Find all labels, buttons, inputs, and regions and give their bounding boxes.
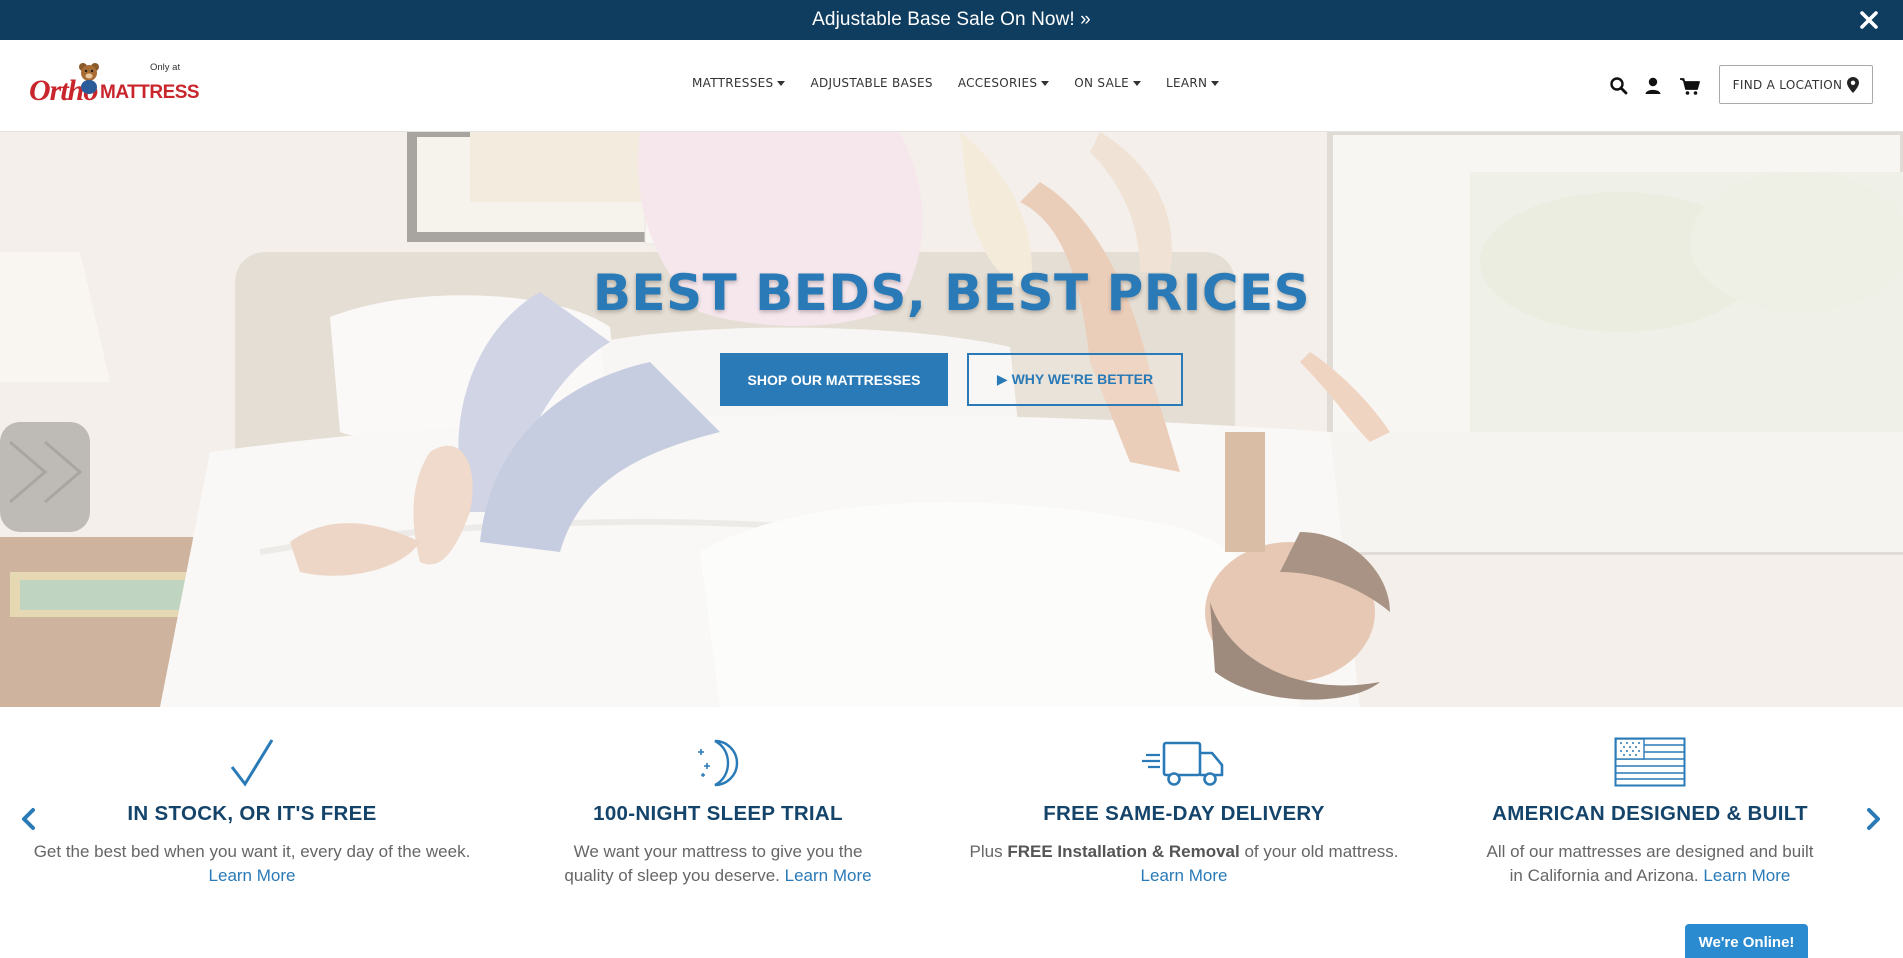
caret-down-icon bbox=[1041, 80, 1050, 86]
learn-more-link[interactable]: Learn More bbox=[209, 866, 296, 885]
map-pin-icon bbox=[1847, 76, 1860, 93]
feature-bold: FREE Installation & Removal bbox=[1007, 842, 1240, 861]
feature-description-2: in California and Arizona. bbox=[1509, 866, 1699, 885]
caret-down-icon bbox=[1132, 80, 1141, 86]
feature-american: AMERICAN DESIGNED & BUILT All of our mat… bbox=[1430, 737, 1870, 888]
feature-text: Plus FREE Installation & Removal of your… bbox=[964, 840, 1404, 888]
learn-more-link[interactable]: Learn More bbox=[1703, 866, 1790, 885]
feature-text: Get the best bed when you want it, every… bbox=[32, 840, 472, 888]
feature-title: 100-NIGHT SLEEP TRIAL bbox=[593, 802, 843, 825]
hero-overlay bbox=[0, 132, 1903, 707]
logo-mattress: MATTRESS bbox=[100, 82, 200, 103]
nav-label: MATTRESSES bbox=[692, 76, 774, 90]
truck-icon bbox=[1142, 741, 1224, 786]
caret-down-icon bbox=[1211, 80, 1220, 86]
nav-on-sale[interactable]: ON SALE bbox=[1074, 76, 1141, 90]
account-icon[interactable] bbox=[1643, 76, 1663, 96]
caret-down-icon bbox=[777, 80, 786, 86]
hero-title: BEST BEDS, BEST PRICES bbox=[592, 264, 1311, 322]
nav-label: ADJUSTABLE BASES bbox=[810, 76, 933, 90]
feature-description: Get the best bed when you want it, every… bbox=[33, 842, 471, 861]
feature-description-2: quality of sleep you deserve. bbox=[564, 866, 780, 885]
learn-more-link[interactable]: Learn More bbox=[1141, 866, 1228, 885]
feature-description: We want your mattress to give you the bbox=[573, 842, 863, 861]
main-nav: MATTRESSES ADJUSTABLE BASES ACCESORIES O… bbox=[692, 76, 1220, 90]
nav-learn[interactable]: LEARN bbox=[1165, 76, 1220, 90]
nav-accesories[interactable]: ACCESORIES bbox=[957, 76, 1050, 90]
promo-link[interactable]: Adjustable Base Sale On Now! » bbox=[812, 9, 1091, 31]
find-location-button[interactable]: FIND A LOCATION bbox=[1719, 65, 1873, 104]
shop-mattresses-button[interactable]: SHOP OUR MATTRESSES bbox=[720, 353, 948, 406]
promo-bar: Adjustable Base Sale On Now! » bbox=[0, 0, 1903, 40]
live-chat-button[interactable]: We're Online! bbox=[1685, 924, 1808, 958]
feature-title: AMERICAN DESIGNED & BUILT bbox=[1492, 802, 1808, 825]
feature-text: We want your mattress to give you the qu… bbox=[498, 840, 938, 888]
find-location-label: FIND A LOCATION bbox=[1732, 77, 1843, 92]
feature-post: of your old mattress. bbox=[1239, 842, 1399, 861]
feature-title: FREE SAME-DAY DELIVERY bbox=[1043, 802, 1325, 825]
feature-sleep-trial: 100-NIGHT SLEEP TRIAL We want your mattr… bbox=[498, 737, 938, 888]
site-header: Only at Ortho MATTRESS MATTRESSES ADJUST… bbox=[0, 40, 1903, 132]
cart-icon[interactable] bbox=[1679, 76, 1701, 96]
nav-mattresses[interactable]: MATTRESSES bbox=[692, 76, 786, 90]
hero-banner: BEST BEDS, BEST PRICES SHOP OUR MATTRESS… bbox=[0, 132, 1903, 707]
search-icon[interactable] bbox=[1609, 76, 1629, 96]
us-flag-icon bbox=[1614, 737, 1686, 787]
feature-text: All of our mattresses are designed and b… bbox=[1430, 840, 1870, 888]
nav-label: ON SALE bbox=[1074, 76, 1129, 90]
checkmark-icon bbox=[230, 739, 274, 787]
logo-only-at: Only at bbox=[150, 62, 181, 73]
nav-label: LEARN bbox=[1165, 76, 1208, 90]
nav-adjustable-bases[interactable]: ADJUSTABLE BASES bbox=[810, 76, 932, 90]
learn-more-link[interactable]: Learn More bbox=[785, 866, 872, 885]
ortho-mattress-logo[interactable]: Only at Ortho MATTRESS bbox=[28, 60, 200, 110]
why-better-button[interactable]: ▶ WHY WE'RE BETTER bbox=[967, 353, 1183, 406]
features-carousel: IN STOCK, OR IT'S FREE Get the best bed … bbox=[0, 707, 1903, 958]
feature-title: IN STOCK, OR IT'S FREE bbox=[127, 802, 377, 825]
close-icon[interactable] bbox=[1857, 8, 1881, 32]
nav-label: ACCESORIES bbox=[957, 76, 1038, 90]
moon-icon bbox=[698, 739, 739, 787]
feature-description: All of our mattresses are designed and b… bbox=[1486, 842, 1814, 861]
feature-pre: Plus bbox=[969, 842, 1008, 861]
feature-delivery: FREE SAME-DAY DELIVERY Plus FREE Install… bbox=[964, 737, 1404, 888]
feature-in-stock: IN STOCK, OR IT'S FREE Get the best bed … bbox=[32, 737, 472, 888]
